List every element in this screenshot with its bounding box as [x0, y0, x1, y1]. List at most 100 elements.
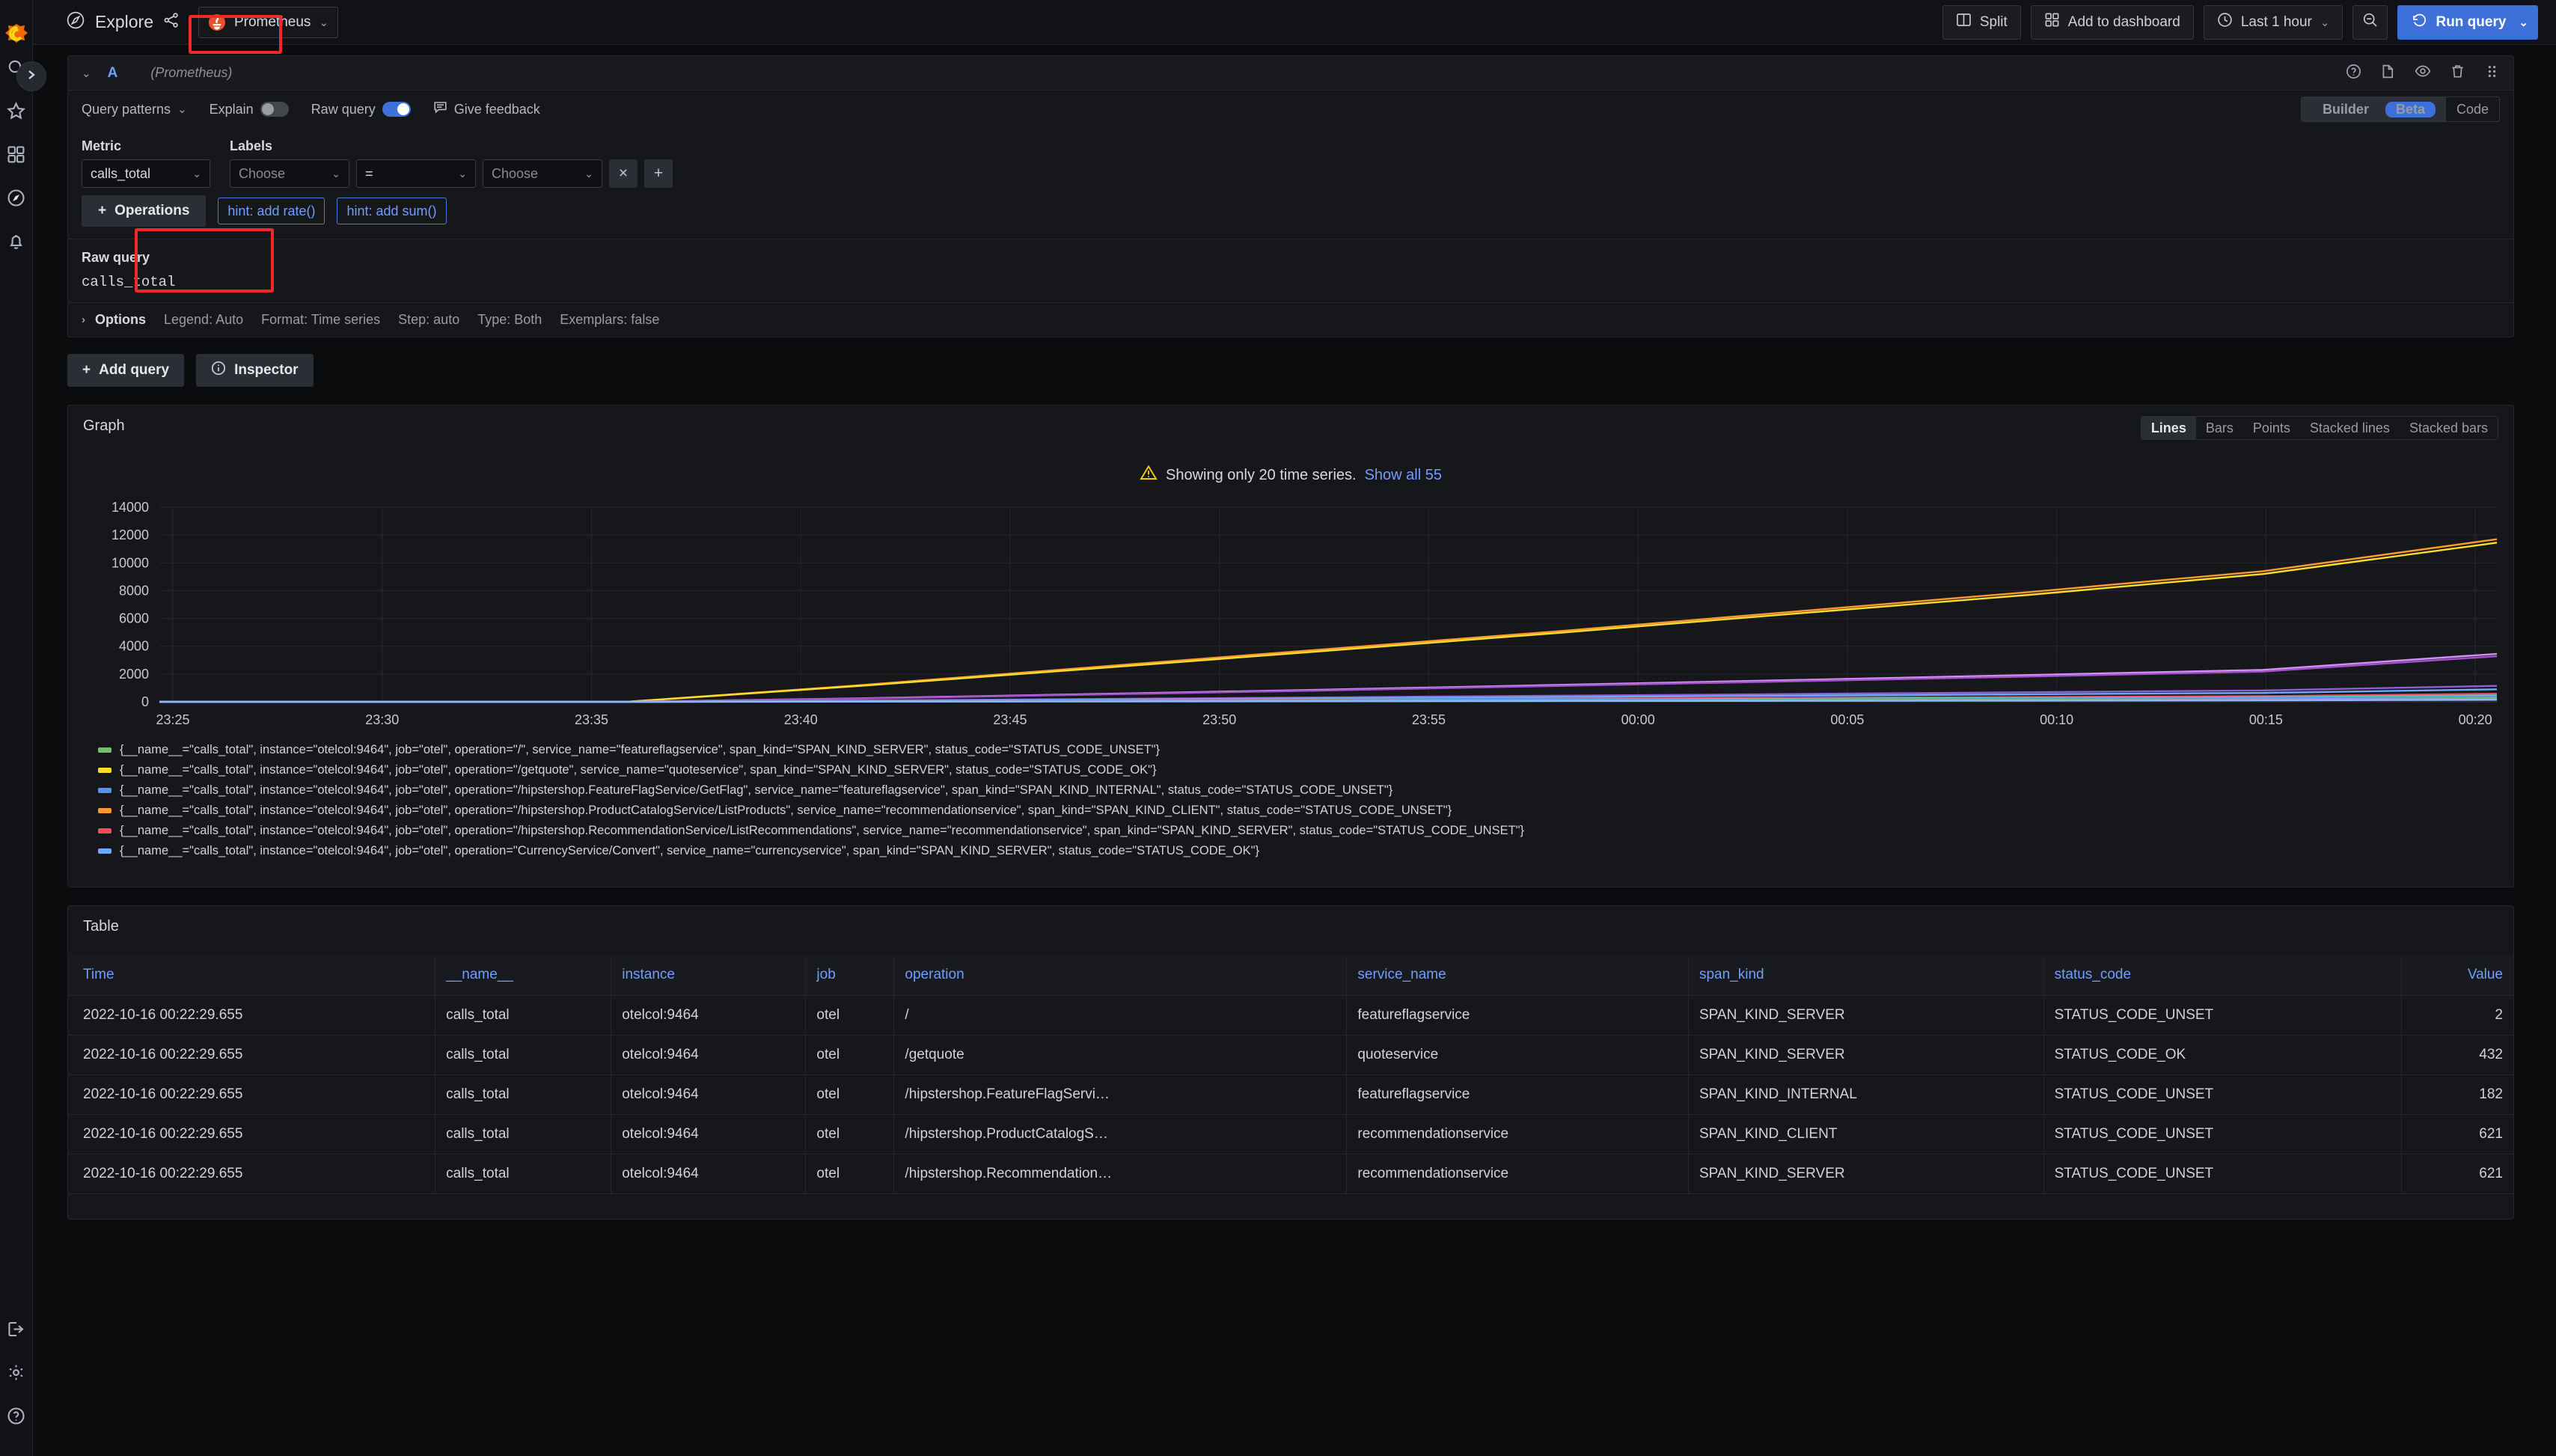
- split-button[interactable]: Split: [1942, 5, 2021, 40]
- sidebar-item-favorites[interactable]: [0, 91, 33, 135]
- label-name-select[interactable]: Choose ⌄: [230, 159, 349, 188]
- explain-toggle[interactable]: Explain: [210, 102, 289, 117]
- query-toolbar: Query patterns ⌄ Explain Raw query Give …: [68, 91, 2513, 128]
- label-filter-row: Choose ⌄ = ⌄ Choose ⌄ × +: [230, 159, 673, 188]
- table-cell: 2022-10-16 00:22:29.655: [68, 1114, 435, 1154]
- table-row[interactable]: 2022-10-16 00:22:29.655calls_totalotelco…: [68, 1154, 2513, 1193]
- table-cell: 2: [2401, 995, 2513, 1035]
- legend-color-swatch: [98, 788, 111, 793]
- labels-field: Labels Choose ⌄ = ⌄ Choose ⌄ × +: [230, 138, 673, 188]
- raw-query-switch[interactable]: [382, 102, 411, 117]
- time-range-label: Last 1 hour: [2241, 14, 2312, 31]
- label-operator-select[interactable]: = ⌄: [356, 159, 476, 188]
- chevron-down-icon: ⌄: [458, 168, 467, 180]
- table-cell: /getquote: [894, 1035, 1347, 1074]
- table-body: 2022-10-16 00:22:29.655calls_totalotelco…: [68, 995, 2513, 1193]
- datasource-picker[interactable]: Prometheus ⌄: [198, 7, 338, 38]
- zoom-out-button[interactable]: [2352, 5, 2388, 40]
- table-column-header[interactable]: status_code: [2043, 955, 2401, 995]
- add-label-button[interactable]: +: [644, 159, 673, 188]
- table-cell: SPAN_KIND_SERVER: [1688, 1035, 2043, 1074]
- sidebar-item-dashboards[interactable]: [0, 135, 33, 178]
- sidebar-item-alerting[interactable]: [0, 221, 33, 265]
- chevron-down-icon[interactable]: ⌄: [82, 67, 91, 80]
- inspector-button[interactable]: Inspector: [196, 354, 314, 387]
- legend-item[interactable]: {__name__="calls_total", instance="otelc…: [98, 801, 2492, 821]
- operations-button[interactable]: + Operations: [82, 195, 206, 227]
- add-to-dashboard-button[interactable]: Add to dashboard: [2031, 5, 2194, 40]
- chevron-right-icon: [25, 69, 37, 85]
- metric-select[interactable]: calls_total ⌄: [82, 159, 210, 188]
- table-column-header[interactable]: job: [806, 955, 894, 995]
- table-row[interactable]: 2022-10-16 00:22:29.655calls_totalotelco…: [68, 1074, 2513, 1114]
- table-cell: featureflagservice: [1347, 995, 1689, 1035]
- legend-color-swatch: [98, 808, 111, 813]
- viz-mode-stacked-bars[interactable]: Stacked bars: [2400, 417, 2498, 439]
- tab-code[interactable]: Code: [2446, 97, 2499, 121]
- remove-label-button[interactable]: ×: [609, 159, 638, 188]
- raw-query-toggle[interactable]: Raw query: [311, 102, 411, 117]
- query-ref-id[interactable]: A: [108, 65, 118, 82]
- table-cell: quoteservice: [1347, 1035, 1689, 1074]
- help-circle-icon[interactable]: [2346, 64, 2361, 83]
- chevron-down-icon[interactable]: ⌄: [2519, 16, 2528, 29]
- expand-nav-button[interactable]: [16, 61, 46, 91]
- sidebar-item-explore[interactable]: [0, 178, 33, 221]
- copy-icon[interactable]: [2380, 64, 2396, 83]
- y-axis-tick-label: 12000: [111, 527, 149, 542]
- table-cell: featureflagservice: [1347, 1074, 1689, 1114]
- legend-item[interactable]: {__name__="calls_total", instance="otelc…: [98, 780, 2492, 801]
- grafana-logo-icon[interactable]: [4, 22, 29, 48]
- x-axis-tick-label: 00:05: [1830, 712, 1864, 727]
- compass-icon: [66, 10, 85, 34]
- legend-item[interactable]: {__name__="calls_total", instance="otelc…: [98, 760, 2492, 780]
- sidebar-item-sign-in[interactable]: [0, 1309, 33, 1353]
- timeseries-plot[interactable]: 0200040006000800010000120001400023:2523:…: [68, 501, 2513, 735]
- time-range-picker[interactable]: Last 1 hour ⌄: [2204, 5, 2343, 40]
- table-row[interactable]: 2022-10-16 00:22:29.655calls_totalotelco…: [68, 1114, 2513, 1154]
- hint-add-rate-button[interactable]: hint: add rate(): [218, 198, 325, 224]
- table-column-header[interactable]: __name__: [435, 955, 611, 995]
- give-feedback-link[interactable]: Give feedback: [433, 100, 540, 118]
- tab-builder[interactable]: Builder Beta: [2302, 97, 2446, 121]
- drag-handle-icon[interactable]: [2484, 64, 2500, 83]
- add-to-dashboard-label: Add to dashboard: [2068, 14, 2180, 31]
- table-column-header[interactable]: service_name: [1347, 955, 1689, 995]
- hint-add-sum-button[interactable]: hint: add sum(): [337, 198, 446, 224]
- run-query-button[interactable]: Run query ⌄: [2397, 5, 2538, 40]
- sidebar-item-configuration[interactable]: [0, 1353, 33, 1396]
- label-value-select[interactable]: Choose ⌄: [483, 159, 602, 188]
- share-nodes-icon[interactable]: [163, 12, 180, 32]
- viz-mode-bars[interactable]: Bars: [2196, 417, 2243, 439]
- eye-icon[interactable]: [2415, 63, 2431, 83]
- chevron-down-icon: ⌄: [177, 103, 187, 116]
- trash-icon[interactable]: [2450, 64, 2465, 83]
- add-query-button[interactable]: + Add query: [67, 354, 184, 387]
- table-column-header[interactable]: instance: [611, 955, 806, 995]
- table-column-header[interactable]: Time: [68, 955, 435, 995]
- explain-switch[interactable]: [260, 102, 289, 117]
- y-axis-tick-label: 14000: [111, 501, 149, 515]
- viz-mode-lines[interactable]: Lines: [2141, 417, 2196, 439]
- table-column-header[interactable]: Value: [2401, 955, 2513, 995]
- chevron-down-icon: ⌄: [319, 16, 328, 29]
- table-row[interactable]: 2022-10-16 00:22:29.655calls_totalotelco…: [68, 1035, 2513, 1074]
- table-header-row: Time__name__instancejoboperationservice_…: [68, 955, 2513, 995]
- labels-label: Labels: [230, 138, 673, 154]
- query-options-row[interactable]: › Options Legend: Auto Format: Time seri…: [68, 302, 2513, 337]
- query-datasource-note: (Prometheus): [150, 65, 232, 81]
- table-row[interactable]: 2022-10-16 00:22:29.655calls_totalotelco…: [68, 995, 2513, 1035]
- table-column-header[interactable]: span_kind: [1688, 955, 2043, 995]
- options-toggle[interactable]: › Options: [82, 312, 146, 328]
- viz-mode-points[interactable]: Points: [2243, 417, 2300, 439]
- show-all-series-link[interactable]: Show all 55: [1365, 467, 1442, 484]
- legend-item[interactable]: {__name__="calls_total", instance="otelc…: [98, 821, 2492, 841]
- legend-item[interactable]: {__name__="calls_total", instance="otelc…: [98, 841, 2492, 861]
- viz-mode-stacked-lines[interactable]: Stacked lines: [2300, 417, 2400, 439]
- sidebar-item-help[interactable]: [0, 1396, 33, 1440]
- table-column-header[interactable]: operation: [894, 955, 1347, 995]
- query-patterns-button[interactable]: Query patterns ⌄: [82, 102, 187, 117]
- table-cell: otel: [806, 995, 894, 1035]
- legend-item[interactable]: {__name__="calls_total", instance="otelc…: [98, 740, 2492, 760]
- legend-label: {__name__="calls_total", instance="otelc…: [120, 804, 1452, 818]
